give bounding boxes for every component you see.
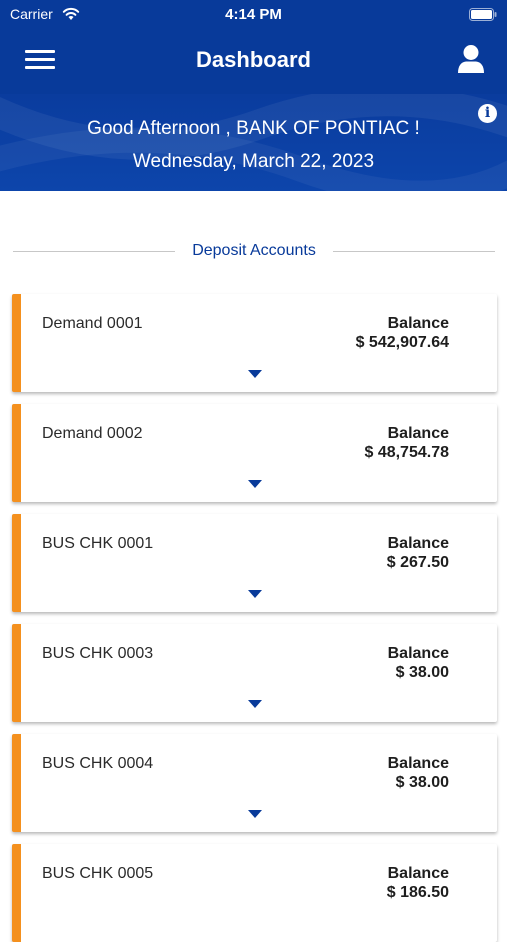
account-card[interactable]: BUS CHK 0001 Balance $ 267.50 bbox=[12, 514, 497, 612]
account-card[interactable]: BUS CHK 0003 Balance $ 38.00 bbox=[12, 624, 497, 722]
chevron-down-icon[interactable] bbox=[248, 370, 262, 378]
chevron-down-icon[interactable] bbox=[248, 590, 262, 598]
section-header: Deposit Accounts bbox=[13, 240, 495, 262]
battery-icon bbox=[469, 8, 497, 21]
current-date: Wednesday, March 22, 2023 bbox=[132, 151, 375, 172]
account-name: BUS CHK 0001 bbox=[42, 535, 154, 552]
account-card[interactable]: Demand 0002 Balance $ 48,754.78 bbox=[12, 404, 497, 502]
balance-amount: $ 48,754.78 bbox=[364, 444, 449, 461]
chevron-down-icon[interactable] bbox=[248, 810, 262, 818]
account-name: BUS CHK 0004 bbox=[42, 755, 154, 772]
balance-amount: $ 38.00 bbox=[395, 664, 449, 681]
user-icon[interactable] bbox=[457, 44, 485, 74]
page-title: Dashboard bbox=[196, 47, 311, 72]
balance-amount: $ 267.50 bbox=[386, 554, 449, 571]
account-card[interactable]: BUS CHK 0005 Balance $ 186.50 bbox=[12, 844, 497, 942]
account-card[interactable]: Demand 0001 Balance $ 542,907.64 bbox=[12, 294, 497, 392]
balance-label: Balance bbox=[387, 865, 449, 882]
balance-label: Balance bbox=[387, 315, 449, 332]
navigation-bar: Dashboard bbox=[0, 28, 507, 94]
account-name: Demand 0001 bbox=[42, 315, 143, 332]
balance-label: Balance bbox=[387, 535, 449, 552]
chevron-down-icon[interactable] bbox=[248, 700, 262, 708]
account-card[interactable]: BUS CHK 0004 Balance $ 38.00 bbox=[12, 734, 497, 832]
status-time: 4:14 PM bbox=[225, 6, 282, 23]
balance-label: Balance bbox=[387, 425, 449, 442]
greeting-banner: i Good Afternoon , BANK OF PONTIAC ! Wed… bbox=[0, 94, 507, 191]
banner-background bbox=[0, 94, 507, 191]
balance-label: Balance bbox=[387, 755, 449, 772]
greeting-message: Good Afternoon , BANK OF PONTIAC ! bbox=[87, 118, 420, 139]
status-bar: Carrier 4:14 PM bbox=[0, 0, 507, 28]
balance-amount: $ 542,907.64 bbox=[355, 334, 449, 351]
balance-amount: $ 38.00 bbox=[395, 774, 449, 791]
chevron-down-icon[interactable] bbox=[248, 480, 262, 488]
divider bbox=[333, 251, 495, 252]
balance-amount: $ 186.50 bbox=[386, 884, 449, 901]
account-name: BUS CHK 0003 bbox=[42, 645, 154, 662]
account-name: Demand 0002 bbox=[42, 425, 143, 442]
account-name: BUS CHK 0005 bbox=[42, 865, 154, 882]
balance-label: Balance bbox=[387, 645, 449, 662]
